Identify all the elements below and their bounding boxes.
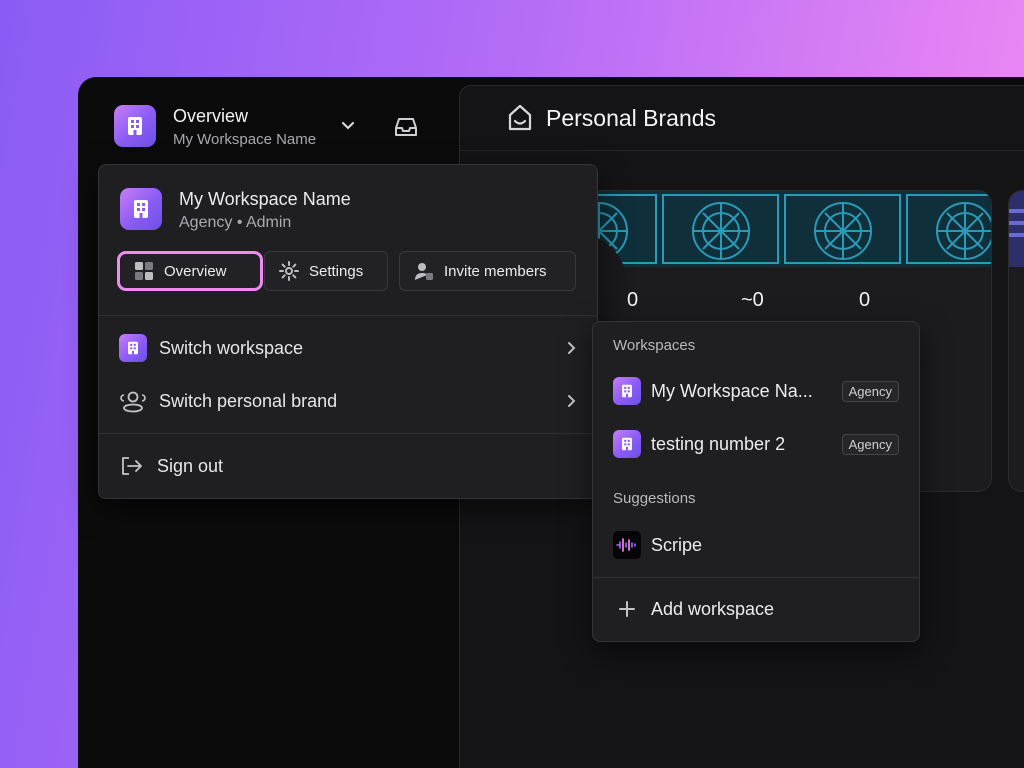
plan-badge: Agency [841, 433, 899, 455]
personal-brand-icon [506, 103, 534, 138]
suggestion-label: Scripe [651, 534, 703, 555]
overview-label: Overview [164, 262, 227, 280]
stat-value: ~0 [741, 289, 764, 311]
divider [593, 577, 919, 578]
suggestion-item[interactable]: Scripe [613, 529, 899, 561]
add-workspace-item[interactable]: Add workspace [613, 593, 899, 625]
workspace-logo-icon[interactable] [114, 105, 156, 147]
chevron-right-icon [568, 395, 576, 407]
plan-badge: Agency [841, 380, 899, 402]
sign-out-item[interactable]: Sign out [119, 446, 577, 486]
workspace-logo-icon [119, 334, 147, 362]
plus-icon [619, 601, 635, 617]
users-icon [120, 391, 146, 413]
suggestions-header: Suggestions [613, 490, 696, 507]
sign-out-icon [122, 457, 142, 475]
inbox-icon[interactable] [393, 116, 419, 143]
page-title: Personal Brands [546, 105, 717, 131]
workspace-logo-icon [613, 430, 641, 458]
divider [99, 315, 597, 316]
sign-out-label: Sign out [157, 455, 224, 476]
workspace-item[interactable]: testing number 2 Agency [613, 428, 899, 460]
workspace-item-label: My Workspace Na... [651, 380, 813, 401]
stat-value: 0 [627, 289, 639, 311]
workspaces-header: Workspaces [613, 337, 696, 354]
divider [99, 433, 597, 434]
gear-icon [279, 261, 299, 281]
scripe-logo-icon [613, 531, 641, 559]
overview-button[interactable]: Overview [117, 251, 263, 291]
switch-workspace-item[interactable]: Switch workspace [119, 328, 577, 368]
workspace-name: My Workspace Name [179, 189, 351, 209]
settings-button[interactable]: Settings [264, 251, 388, 291]
workspace-item[interactable]: My Workspace Na... Agency [613, 375, 899, 407]
sidebar-title[interactable]: Overview [173, 106, 248, 127]
card-banner [1009, 191, 1024, 267]
add-user-icon [415, 263, 433, 280]
workspace-item-label: testing number 2 [651, 433, 786, 454]
brand-card-partial[interactable] [1008, 190, 1024, 492]
chevron-down-icon[interactable] [340, 117, 356, 138]
settings-label: Settings [309, 262, 364, 280]
sidebar-subtitle[interactable]: My Workspace Name [173, 131, 316, 148]
workspace-logo-icon [613, 377, 641, 405]
invite-members-button[interactable]: Invite members [399, 251, 576, 291]
switch-workspace-label: Switch workspace [159, 337, 304, 358]
workspace-role: Agency • Admin [179, 214, 292, 231]
workspace-menu: My Workspace Name Agency • Admin Overvie… [98, 164, 598, 499]
main-header: Personal Brands [460, 86, 1024, 151]
chevron-right-icon [568, 342, 576, 354]
add-workspace-label: Add workspace [651, 598, 775, 619]
workspace-logo-icon [120, 188, 162, 230]
stat-value: 0 [859, 289, 871, 311]
switch-personal-brand-item[interactable]: Switch personal brand [119, 381, 577, 421]
dashboard-icon [135, 262, 153, 280]
invite-members-label: Invite members [444, 262, 547, 280]
workspace-submenu: Workspaces My Workspace Na... Agency tes… [592, 321, 920, 642]
switch-personal-brand-label: Switch personal brand [159, 390, 338, 411]
